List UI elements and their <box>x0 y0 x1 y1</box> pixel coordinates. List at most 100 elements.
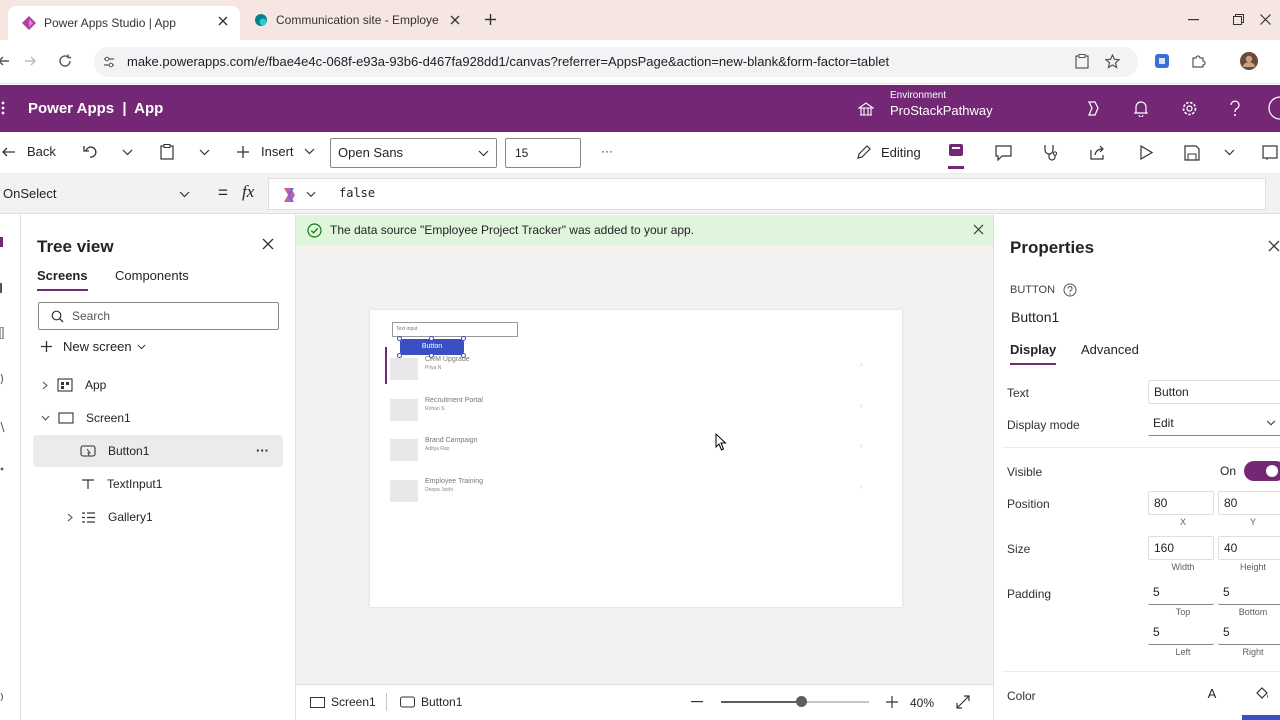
resize-handle[interactable] <box>397 353 402 358</box>
app-screen-canvas[interactable]: Text input CRM Upgrade Priya N › Recruit… <box>370 310 902 607</box>
tab-components[interactable]: Components <box>115 268 189 283</box>
close-icon[interactable] <box>262 238 274 250</box>
more-rail-icon[interactable] <box>0 467 5 472</box>
control-name[interactable]: Button1 <box>1011 309 1059 325</box>
formula-input[interactable]: false <box>268 178 1266 210</box>
profile-avatar[interactable] <box>1240 52 1258 70</box>
text-color-button[interactable]: A <box>1194 683 1230 707</box>
fill-color-bucket-icon[interactable] <box>1254 685 1270 701</box>
padding-bottom-input[interactable]: 5 <box>1218 581 1280 605</box>
environment-picker[interactable]: Environment ProStackPathway <box>890 90 993 118</box>
account-avatar[interactable] <box>1266 95 1280 121</box>
zoom-slider-thumb[interactable] <box>796 696 807 707</box>
data-rail-icon[interactable] <box>0 327 5 339</box>
tree-search-input[interactable]: Search <box>38 302 279 330</box>
extension-icon[interactable] <box>1154 53 1170 69</box>
comments-icon[interactable] <box>995 145 1012 161</box>
url-field[interactable]: make.powerapps.com/e/fbae4e4c-068f-e93a-… <box>94 47 1138 77</box>
property-select[interactable]: OnSelect <box>0 178 202 210</box>
width-input[interactable]: 160 <box>1148 536 1214 560</box>
app-checker-icon[interactable] <box>948 143 964 169</box>
layers-icon[interactable] <box>0 237 5 247</box>
bookmark-star-icon[interactable] <box>1105 54 1120 69</box>
breadcrumb-control[interactable]: Button1 <box>400 695 462 709</box>
new-tab-icon[interactable] <box>484 13 497 26</box>
resize-handle[interactable] <box>397 336 402 341</box>
close-window-icon[interactable] <box>1260 14 1271 25</box>
share-icon[interactable] <box>1090 145 1106 160</box>
settings-gear-icon[interactable] <box>1181 100 1198 117</box>
text-property-input[interactable]: Button <box>1148 380 1280 404</box>
resize-handle[interactable] <box>429 353 434 358</box>
back-button[interactable]: Back <box>2 144 56 159</box>
settings-rail-icon[interactable] <box>0 691 5 703</box>
publish-icon[interactable] <box>1262 145 1280 161</box>
insert-rail-icon[interactable] <box>0 283 5 293</box>
tab-display[interactable]: Display <box>1010 342 1057 365</box>
tree-node-app[interactable]: App <box>33 369 283 401</box>
padding-right-input[interactable]: 5 <box>1218 621 1280 645</box>
save-icon[interactable] <box>1184 145 1200 161</box>
zoom-in-icon[interactable] <box>886 696 898 708</box>
extensions-puzzle-icon[interactable] <box>1190 53 1206 69</box>
position-x-input[interactable]: 80 <box>1148 491 1214 515</box>
copilot-icon[interactable] <box>1085 100 1102 117</box>
tab-advanced[interactable]: Advanced <box>1081 342 1139 357</box>
chevron-down-icon[interactable] <box>41 415 50 421</box>
font-family-select[interactable]: Open Sans <box>330 138 497 168</box>
stethoscope-icon[interactable] <box>1042 144 1058 161</box>
help-icon[interactable] <box>1229 100 1241 117</box>
search-rail-icon[interactable] <box>0 421 5 433</box>
restore-icon[interactable] <box>1233 14 1244 25</box>
chevron-right-icon[interactable] <box>42 381 48 390</box>
zoom-slider[interactable] <box>721 696 869 707</box>
insert-button[interactable]: Insert <box>236 144 315 159</box>
waffle-menu-icon[interactable] <box>1 101 5 115</box>
node-more-options-button[interactable]: ··· <box>256 443 269 458</box>
paste-icon[interactable] <box>160 144 175 160</box>
chevron-down-icon[interactable] <box>306 191 316 198</box>
help-icon[interactable] <box>1063 283 1077 297</box>
visible-toggle[interactable] <box>1244 461 1280 481</box>
font-size-input[interactable]: 15 <box>505 138 581 168</box>
close-tab-icon[interactable] <box>218 16 228 26</box>
site-info-icon[interactable] <box>102 55 116 69</box>
clipboard-icon[interactable] <box>1075 54 1089 69</box>
undo-icon[interactable] <box>83 145 98 159</box>
variables-rail-icon[interactable] <box>0 373 5 385</box>
more-commands-button[interactable]: ··· <box>601 144 613 158</box>
back-nav-icon[interactable] <box>0 55 10 67</box>
gallery-item[interactable]: Employee Training Deepa Joshi › <box>390 474 870 510</box>
close-tab-icon[interactable] <box>450 15 460 25</box>
close-icon[interactable] <box>973 224 984 235</box>
copilot-formula-icon[interactable] <box>281 187 299 203</box>
gallery-item[interactable]: Brand Campaign Aditya Rao › <box>390 433 870 469</box>
forward-nav-icon[interactable] <box>24 55 36 67</box>
save-dropdown-chevron-icon[interactable] <box>1224 149 1235 156</box>
paste-dropdown-chevron-icon[interactable] <box>199 149 210 156</box>
height-input[interactable]: 40 <box>1218 536 1280 560</box>
fit-to-screen-icon[interactable] <box>956 695 970 709</box>
chevron-right-icon[interactable] <box>67 513 73 522</box>
notifications-bell-icon[interactable] <box>1133 100 1149 117</box>
play-preview-icon[interactable] <box>1140 145 1153 160</box>
tree-node-screen1[interactable]: Screen1 <box>33 402 283 434</box>
breadcrumb-screen[interactable]: Screen1 <box>310 695 376 709</box>
reload-icon[interactable] <box>58 54 72 68</box>
resize-handle[interactable] <box>461 353 466 358</box>
new-screen-button[interactable]: New screen <box>40 339 146 354</box>
minimize-icon[interactable] <box>1188 19 1199 21</box>
padding-top-input[interactable]: 5 <box>1148 581 1214 605</box>
browser-tab[interactable]: Communication site - Employe <box>254 6 464 34</box>
tab-screens[interactable]: Screens <box>37 268 88 291</box>
undo-dropdown-chevron-icon[interactable] <box>122 149 133 156</box>
editing-mode-button[interactable]: Editing <box>856 144 921 160</box>
display-mode-select[interactable]: Edit <box>1148 412 1280 436</box>
browser-tab-active[interactable]: Power Apps Studio | App <box>8 6 240 40</box>
zoom-out-icon[interactable] <box>691 701 703 703</box>
tree-node-gallery1[interactable]: Gallery1 <box>33 501 283 533</box>
tree-node-button1[interactable]: Button1 ··· <box>33 435 283 467</box>
resize-handle[interactable] <box>429 336 434 341</box>
position-y-input[interactable]: 80 <box>1218 491 1280 515</box>
close-icon[interactable] <box>1268 240 1280 252</box>
